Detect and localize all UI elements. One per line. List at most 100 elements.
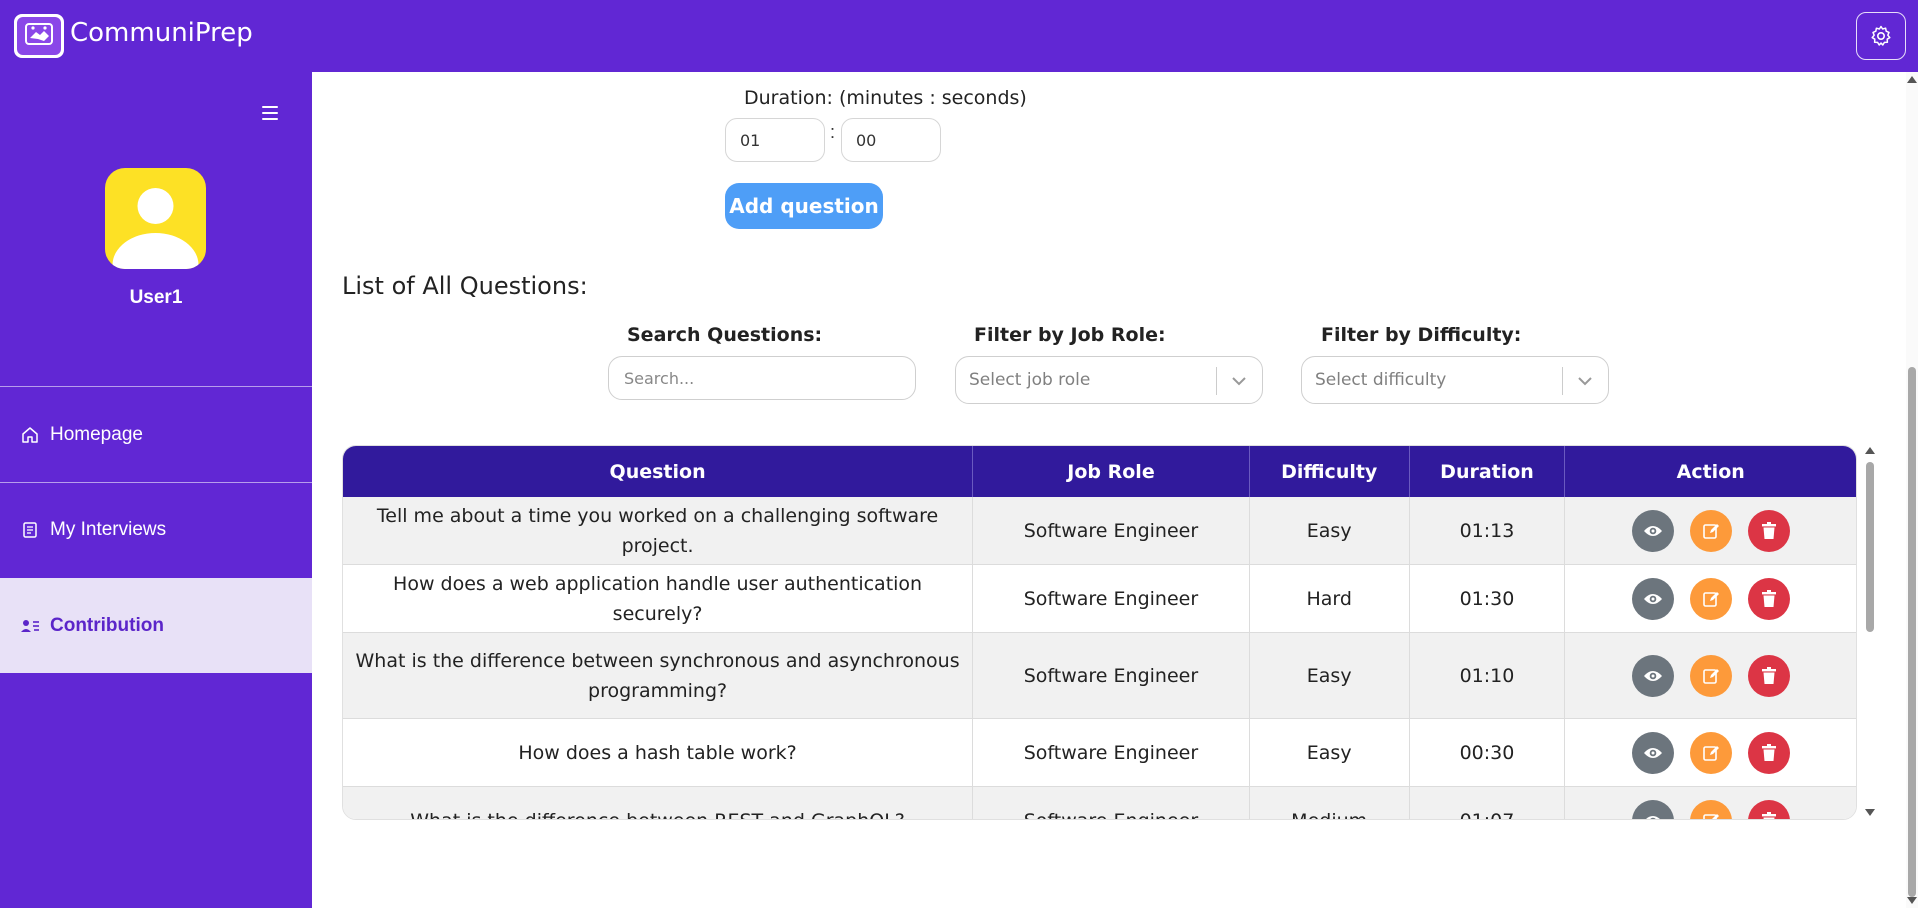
chevron-down-icon <box>1232 377 1246 386</box>
eye-icon <box>1643 670 1662 681</box>
trash-icon <box>1761 811 1776 819</box>
action-cell <box>1565 787 1856 819</box>
delete-button[interactable] <box>1747 654 1790 697</box>
app-title: CommuniPrep <box>70 18 253 48</box>
seconds-input[interactable]: 00 <box>841 118 941 162</box>
chevron-down-icon <box>1578 377 1592 386</box>
table-header: Question Job Role Difficulty Duration Ac… <box>343 446 1856 497</box>
question-cell: How does a hash table work? <box>343 719 974 786</box>
top-bar: CommuniPrep <box>0 0 1918 72</box>
edit-button[interactable] <box>1689 799 1732 819</box>
delete-button[interactable] <box>1747 731 1790 774</box>
trash-icon <box>1761 743 1776 761</box>
job-role-cell: Software Engineer <box>973 497 1250 564</box>
trash-icon <box>1761 666 1776 684</box>
handshake-logo-icon[interactable] <box>14 14 64 58</box>
trash-icon <box>1761 589 1776 607</box>
user-list-icon <box>20 616 40 636</box>
delete-button[interactable] <box>1747 509 1790 552</box>
table-row: What is the difference between synchrono… <box>343 633 1856 719</box>
action-cell <box>1565 633 1856 718</box>
edit-icon <box>1702 591 1719 607</box>
search-input[interactable]: Search... <box>608 356 916 400</box>
job-role-cell: Software Engineer <box>973 787 1250 819</box>
view-button[interactable] <box>1631 799 1674 819</box>
action-cell <box>1565 719 1856 786</box>
difficulty-cell: Hard <box>1250 565 1410 632</box>
view-button[interactable] <box>1631 577 1674 620</box>
job-role-select[interactable]: Select job role <box>955 356 1263 404</box>
hamburger-icon[interactable] <box>262 106 278 120</box>
difficulty-cell: Easy <box>1250 719 1410 786</box>
view-button[interactable] <box>1631 509 1674 552</box>
table-row: Tell me about a time you worked on a cha… <box>343 497 1856 565</box>
eye-icon <box>1643 593 1662 604</box>
sidebar-item-contribution[interactable]: Contribution <box>0 578 312 673</box>
difficulty-cell: Medium <box>1250 787 1410 819</box>
table-row: What is the difference between REST and … <box>343 787 1856 819</box>
column-header-question[interactable]: Question <box>343 446 974 497</box>
job-role-cell: Software Engineer <box>973 719 1250 786</box>
action-cell <box>1565 497 1856 564</box>
difficulty-select[interactable]: Select difficulty <box>1301 356 1609 404</box>
search-label: Search Questions: <box>627 324 823 346</box>
delete-button[interactable] <box>1747 577 1790 620</box>
action-cell <box>1565 565 1856 632</box>
add-question-button[interactable]: Add question <box>725 183 883 229</box>
job-role-cell: Software Engineer <box>973 633 1250 718</box>
edit-icon <box>1702 745 1719 761</box>
eye-icon <box>1643 747 1662 758</box>
table-row: How does a hash table work? Software Eng… <box>343 719 1856 787</box>
table-scrollbar[interactable] <box>1864 445 1876 820</box>
duration-cell: 00:30 <box>1410 719 1566 786</box>
home-icon <box>20 425 40 445</box>
settings-button[interactable] <box>1856 12 1906 60</box>
column-header-job-role[interactable]: Job Role <box>973 446 1250 497</box>
duration-cell: 01:10 <box>1410 633 1566 718</box>
duration-cell: 01:07 <box>1410 787 1566 819</box>
minutes-input[interactable]: 01 <box>725 118 825 162</box>
sidebar-item-label: My Interviews <box>50 518 167 540</box>
edit-button[interactable] <box>1689 654 1732 697</box>
view-button[interactable] <box>1631 654 1674 697</box>
eye-icon <box>1643 525 1662 536</box>
duration-cell: 01:30 <box>1410 565 1566 632</box>
sidebar: User1 Homepage My Interviews Contributio… <box>0 72 312 908</box>
gear-icon <box>1871 25 1891 46</box>
job-role-cell: Software Engineer <box>973 565 1250 632</box>
view-button[interactable] <box>1631 731 1674 774</box>
question-cell: Tell me about a time you worked on a cha… <box>343 497 974 564</box>
sidebar-item-my-interviews[interactable]: My Interviews <box>0 482 312 577</box>
difficulty-cell: Easy <box>1250 497 1410 564</box>
main-content: Duration: (minutes : seconds) 01 : 00 Ad… <box>312 72 1906 908</box>
edit-button[interactable] <box>1689 731 1732 774</box>
eye-icon <box>1645 815 1661 819</box>
job-role-placeholder: Select job role <box>969 370 1091 390</box>
table-row: How does a web application handle user a… <box>343 565 1856 633</box>
column-header-action: Action <box>1676 460 1745 483</box>
duration-colon: : <box>830 122 836 142</box>
edit-icon <box>1702 668 1719 684</box>
edit-button[interactable] <box>1689 509 1732 552</box>
edit-icon <box>1702 813 1719 819</box>
sidebar-item-label: Contribution <box>50 614 164 636</box>
page-scrollbar[interactable] <box>1906 72 1918 908</box>
user-name: User1 <box>129 287 183 308</box>
column-header-duration[interactable]: Duration <box>1410 446 1566 497</box>
duration-label: Duration: (minutes : seconds) <box>744 87 1027 109</box>
sidebar-item-label: Homepage <box>50 423 143 445</box>
job-role-label: Filter by Job Role: <box>974 324 1166 346</box>
edit-button[interactable] <box>1689 577 1732 620</box>
difficulty-cell: Easy <box>1250 633 1410 718</box>
question-cell: What is the difference between REST and … <box>343 787 974 819</box>
question-cell: What is the difference between synchrono… <box>343 633 974 718</box>
user-avatar-icon <box>105 168 206 269</box>
trash-icon <box>1761 521 1776 539</box>
document-list-icon <box>20 520 40 540</box>
difficulty-label: Filter by Difficulty: <box>1321 324 1522 346</box>
question-cell: How does a web application handle user a… <box>343 565 974 632</box>
delete-button[interactable] <box>1747 799 1790 819</box>
column-header-difficulty[interactable]: Difficulty <box>1250 446 1410 497</box>
sidebar-item-homepage[interactable]: Homepage <box>0 387 312 482</box>
list-title: List of All Questions: <box>342 272 588 300</box>
